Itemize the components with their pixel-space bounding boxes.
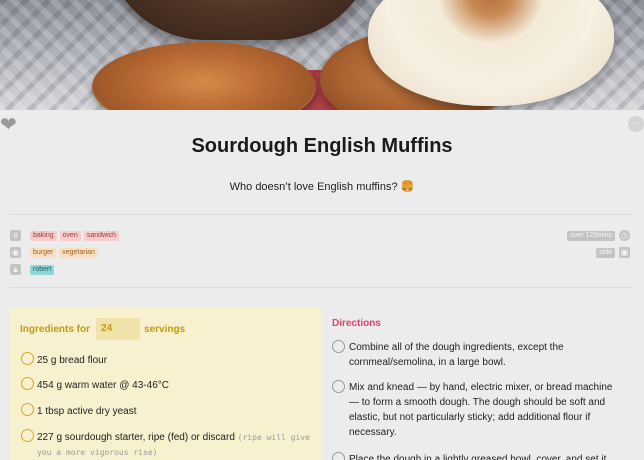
recipe-title: Sourdough English Muffins: [191, 135, 453, 157]
recipe-subtitle: Who doesn’t love English muffins? 🍔: [229, 181, 415, 193]
step-text: Combine all of the dough ingredients, ex…: [349, 342, 564, 368]
ingredient-item[interactable]: 227 g sourdough starter, ripe (fed) or d…: [21, 429, 317, 460]
ingredient-checkbox[interactable]: [21, 429, 34, 442]
tag-sandwich[interactable]: sandwich: [83, 230, 120, 241]
author-tags-row: ▲ robert: [10, 263, 57, 276]
direction-step[interactable]: Mix and knead — by hand, electric mixer,…: [332, 380, 622, 440]
hashtag-icon: #: [10, 230, 21, 241]
direction-step[interactable]: Place the dough in a lightly greased bow…: [332, 452, 622, 460]
step-text: Mix and knead — by hand, electric mixer,…: [349, 382, 613, 438]
ingredients-header: Ingredients for 24 servings: [20, 318, 185, 340]
step-checkbox[interactable]: [332, 380, 345, 393]
tag-burger[interactable]: burger: [30, 247, 57, 258]
clock-icon: ◷: [619, 230, 630, 241]
ingredients-label: Ingredients for: [20, 323, 91, 335]
ingredient-text: 454 g warm water @ 43-46°C: [37, 380, 169, 391]
recipe-hero-image: [0, 0, 644, 110]
servings-label: servings: [144, 323, 186, 335]
divider: [10, 214, 634, 215]
course-tags-row: ◉ burger vegetarian: [10, 246, 101, 259]
chef-hat-icon: ▲: [10, 264, 21, 275]
course-chip-row: side ▣: [596, 246, 630, 259]
plate-icon: ▣: [619, 247, 630, 258]
ingredient-text: 1 tbsp active dry yeast: [37, 406, 137, 417]
step-text: Place the dough in a lightly greased bow…: [349, 454, 607, 460]
ingredient-checkbox[interactable]: [21, 377, 34, 390]
servings-input[interactable]: 24: [96, 318, 141, 340]
ingredient-text: 25 g bread flour: [37, 355, 108, 366]
tag-vegetarian[interactable]: vegetarian: [59, 247, 98, 258]
ingredient-item[interactable]: 454 g warm water @ 43-46°C: [21, 377, 317, 393]
cutlery-icon: ◉: [10, 247, 21, 258]
ingredients-panel: Ingredients for 24 servings 25 g bread f…: [10, 308, 322, 460]
heart-icon[interactable]: ❤: [0, 115, 20, 135]
more-options-icon[interactable]: ⋯: [628, 116, 644, 132]
category-tags-row: # baking oven sandwich: [10, 229, 122, 242]
directions-title: Directions: [332, 318, 381, 329]
ingredient-checkbox[interactable]: [21, 352, 34, 365]
ingredient-text-with-note: 227 g sourdough starter, ripe (fed) or d…: [37, 430, 317, 460]
ingredient-item[interactable]: 25 g bread flour: [21, 352, 317, 368]
time-chip-row: over 120mins ◷: [566, 229, 630, 242]
step-checkbox[interactable]: [332, 452, 345, 460]
ingredient-item[interactable]: 1 tbsp active dry yeast: [21, 403, 317, 419]
direction-step[interactable]: Combine all of the dough ingredients, ex…: [332, 340, 622, 370]
divider: [10, 287, 634, 288]
step-checkbox[interactable]: [332, 340, 345, 353]
tag-baking[interactable]: baking: [30, 230, 57, 241]
course-chip[interactable]: side: [596, 247, 615, 258]
tag-robert[interactable]: robert: [30, 264, 55, 275]
ingredient-text: 227 g sourdough starter, ripe (fed) or d…: [37, 432, 235, 443]
ingredient-checkbox[interactable]: [21, 403, 34, 416]
time-chip[interactable]: over 120mins: [566, 230, 615, 241]
tag-oven[interactable]: oven: [59, 230, 81, 241]
